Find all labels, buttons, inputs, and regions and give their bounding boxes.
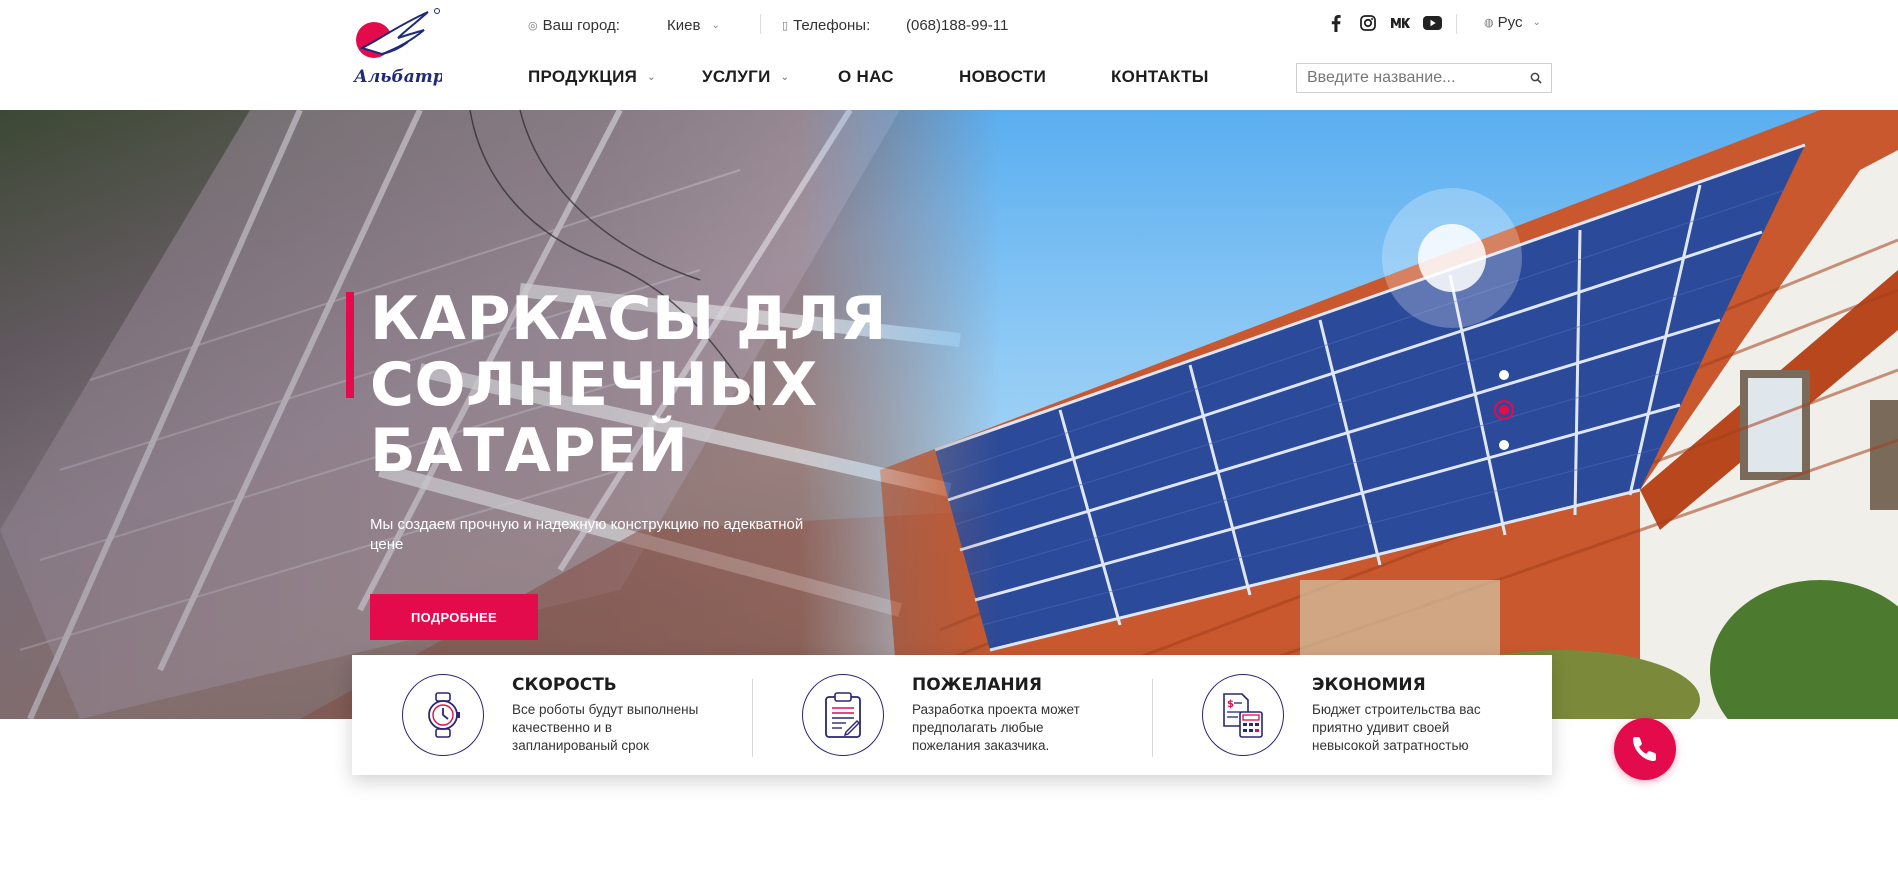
language-value: Рус — [1497, 14, 1523, 31]
vk-icon[interactable] — [1390, 13, 1410, 33]
albatross-logo-icon: Альбатрос — [352, 8, 467, 87]
slider-dot-2-active[interactable] — [1494, 400, 1514, 420]
nav-item-about[interactable]: О НАС — [838, 67, 959, 87]
youtube-icon[interactable] — [1422, 13, 1442, 33]
city-value: Киев — [667, 16, 701, 34]
feature-text: СКОРОСТЬ Все роботы будут выполнены каче… — [512, 675, 702, 755]
city-selector[interactable]: Киев ⌄ — [667, 14, 720, 36]
search-input[interactable] — [1297, 65, 1521, 91]
city-selector-label: ◎ Ваш город: — [528, 14, 620, 36]
watch-icon — [402, 674, 484, 756]
nav-label: НОВОСТИ — [959, 67, 1047, 86]
slider-pagination — [1494, 370, 1514, 450]
site-header: Альбатрос ◎ Ваш город: Киев ⌄ ▯ Телефоны… — [0, 0, 1898, 110]
chevron-down-icon: ⌄ — [647, 71, 656, 83]
clipboard-icon — [802, 674, 884, 756]
chevron-down-icon: ⌄ — [780, 71, 790, 83]
search-box — [1296, 63, 1552, 93]
feature-title: СКОРОСТЬ — [512, 675, 617, 695]
feature-text: ПОЖЕЛАНИЯ Разработка проекта может предп… — [912, 675, 1102, 755]
feature-economy: $ ЭКОНОМИЯ Бюджет строительства вас прия… — [1152, 655, 1552, 775]
instagram-icon[interactable] — [1358, 13, 1378, 33]
title-accent-bar — [346, 292, 354, 398]
feature-text: ЭКОНОМИЯ Бюджет строительства вас приятн… — [1312, 675, 1502, 755]
feature-title: ПОЖЕЛАНИЯ — [912, 675, 1042, 695]
nav-item-news[interactable]: НОВОСТИ — [959, 67, 1111, 87]
search-button[interactable] — [1521, 64, 1551, 92]
nav-label: УСЛУГИ — [702, 67, 771, 86]
page: Альбатрос ◎ Ваш город: Киев ⌄ ▯ Телефоны… — [0, 0, 1898, 896]
more-button[interactable]: ПОДРОБНЕЕ — [370, 594, 538, 640]
chevron-down-icon: ⌄ — [711, 19, 720, 31]
svg-text:Альбатрос: Альбатрос — [352, 67, 442, 87]
nav-item-contacts[interactable]: КОНТАКТЫ — [1111, 67, 1209, 87]
feature-description: Бюджет строительства вас приятно удивит … — [1312, 702, 1481, 753]
features-panel: СКОРОСТЬ Все роботы будут выполнены каче… — [352, 655, 1552, 775]
nav-label: КОНТАКТЫ — [1111, 67, 1209, 86]
svg-text:$: $ — [1227, 699, 1234, 710]
calculator-icon: $ — [1202, 674, 1284, 756]
search-icon — [1530, 72, 1542, 84]
phones-label: ▯ Телефоны: — [782, 14, 870, 36]
feature-description: Все роботы будут выполнены качественно и… — [512, 702, 699, 753]
nav-item-services[interactable]: УСЛУГИ ⌄ — [702, 67, 838, 87]
phones-label-text: Телефоны: — [793, 16, 871, 34]
divider — [1456, 14, 1457, 34]
feature-title: ЭКОНОМИЯ — [1312, 675, 1426, 695]
nav-label: ПРОДУКЦИЯ — [528, 67, 638, 86]
globe-icon: ◍ — [1484, 17, 1494, 29]
feature-speed: СКОРОСТЬ Все роботы будут выполнены каче… — [352, 655, 752, 775]
logo[interactable]: Альбатрос — [352, 8, 467, 92]
social-links — [1326, 13, 1442, 33]
hero-title: КАРКАСЫ ДЛЯ СОЛНЕЧНЫХ БАТАРЕЙ — [370, 284, 887, 486]
slider-dot-3[interactable] — [1499, 440, 1509, 450]
language-selector[interactable]: ◍ Рус ⌄ — [1484, 14, 1541, 31]
callback-button[interactable] — [1614, 718, 1676, 780]
city-label: Ваш город: — [542, 16, 620, 34]
main-nav: ПРОДУКЦИЯ ⌄ УСЛУГИ ⌄ О НАС НОВОСТИ КОНТА… — [528, 64, 1209, 90]
phone-icon — [1633, 737, 1656, 761]
feature-description: Разработка проекта может предполагать лю… — [912, 702, 1080, 753]
hero-subtitle: Мы создаем прочную и надежную конструкци… — [370, 516, 804, 553]
facebook-icon[interactable] — [1326, 13, 1346, 33]
nav-label: О НАС — [838, 67, 894, 86]
phone-small-icon: ▯ — [782, 19, 789, 32]
location-pin-icon: ◎ — [528, 19, 538, 32]
divider — [760, 14, 761, 34]
chevron-down-icon: ⌄ — [1532, 17, 1541, 28]
phone-number-link[interactable]: (068)188-99-11 — [906, 14, 1008, 36]
hero-slider: КАРКАСЫ ДЛЯ СОЛНЕЧНЫХ БАТАРЕЙ Мы создаем… — [0, 110, 1898, 719]
slider-dot-1[interactable] — [1499, 370, 1509, 380]
nav-item-products[interactable]: ПРОДУКЦИЯ ⌄ — [528, 67, 702, 87]
feature-wishes: ПОЖЕЛАНИЯ Разработка проекта может предп… — [752, 655, 1152, 775]
